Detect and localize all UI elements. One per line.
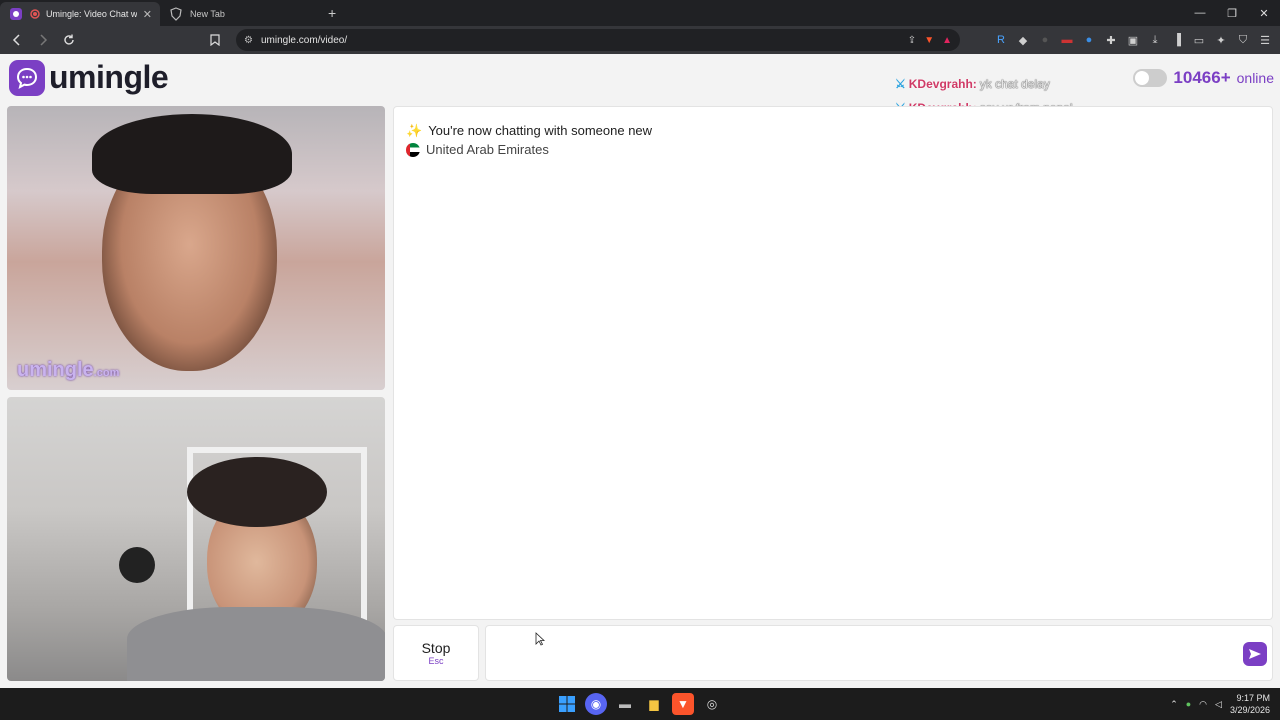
wall-emblem-image <box>119 547 155 583</box>
back-icon[interactable] <box>6 29 28 51</box>
stranger-country: United Arab Emirates <box>426 142 549 157</box>
message-input[interactable] <box>494 634 1234 672</box>
restore-icon[interactable]: ❐ <box>1216 0 1248 26</box>
wifi-icon[interactable]: ◠ <box>1199 699 1207 710</box>
new-tab-button[interactable]: + <box>328 5 336 21</box>
leo-ai-icon[interactable]: ✦ <box>1212 31 1230 49</box>
translate-extension-icon[interactable]: R <box>992 31 1010 49</box>
chevron-up-icon[interactable]: ⌃ <box>1170 699 1178 710</box>
stranger-video: umingle.com <box>7 106 385 390</box>
discord-icon[interactable]: ◉ <box>585 693 607 715</box>
obs-icon[interactable]: ◎ <box>701 693 723 715</box>
page-content: umingle ⚔ KDevgrahh: yk chat delay ⚔ KDe… <box>0 54 1280 688</box>
self-video <box>7 397 385 681</box>
clock-date: 3/29/2026 <box>1229 705 1270 715</box>
watermark-suffix: .com <box>93 367 120 379</box>
stranger-hair-image <box>92 114 292 194</box>
taskbar-apps: ◉ ▬ ▆ ▼ ◎ <box>556 693 723 715</box>
close-window-icon[interactable]: ✕ <box>1248 0 1280 26</box>
menu-icon[interactable]: ☰ <box>1256 31 1274 49</box>
chat-system-message: ✨ You're now chatting with someone new U… <box>406 121 652 159</box>
stop-button[interactable]: Stop Esc <box>393 625 479 681</box>
os-taskbar: ◉ ▬ ▆ ▼ ◎ ⌃ ● ◠ ◁ 9:17 PM 3/29/2026 <box>0 688 1280 720</box>
uae-flag-icon <box>406 142 420 157</box>
vpn-icon[interactable]: ⛉ <box>1234 31 1252 49</box>
online-label: online <box>1236 70 1274 86</box>
message-box <box>485 625 1273 681</box>
sidebar-icon[interactable]: ▐ <box>1168 31 1186 49</box>
system-tray: ⌃ ● ◠ ◁ 9:17 PM 3/29/2026 <box>1170 692 1270 716</box>
site-logo[interactable]: umingle <box>9 59 169 96</box>
brave-rewards-icon[interactable]: ▲ <box>942 35 952 46</box>
overlay-chat-line: ⚔ KDevgrahh: yk chat delay <box>895 72 1073 96</box>
theme-toggle[interactable] <box>1133 69 1168 87</box>
wallet-icon[interactable]: ▭ <box>1190 31 1208 49</box>
sword-badge-icon: ⚔ <box>895 77 906 91</box>
browser-toolbar: ⚙ umingle.com/video/ ⇪ ▼ ▲ R ◆ ● ▬ ● ✚ ▣… <box>0 26 1280 54</box>
umingle-favicon-icon <box>8 6 24 22</box>
extension-icon[interactable]: ● <box>1080 31 1098 49</box>
tab-title: New Tab <box>190 9 225 19</box>
extension-icon[interactable]: ▣ <box>1124 31 1142 49</box>
tab-title: Umingle: Video Chat with Str <box>46 9 137 19</box>
extension-icon[interactable]: ▬ <box>1058 31 1076 49</box>
overlay-username: KDevgrahh: <box>908 77 977 91</box>
volume-icon[interactable]: ◁ <box>1215 699 1222 710</box>
overlay-message: yk chat delay <box>979 77 1050 91</box>
tab-new-tab[interactable]: New Tab <box>160 2 320 26</box>
browser-tab-bar: Umingle: Video Chat with Str ✕ New Tab +… <box>0 0 1280 26</box>
forward-icon[interactable] <box>32 29 54 51</box>
brave-shields-icon[interactable]: ▼ <box>924 35 934 46</box>
logo-text: umingle <box>49 59 169 95</box>
reload-icon[interactable] <box>58 29 80 51</box>
downloads-icon[interactable]: ⤓ <box>1146 31 1164 49</box>
minimize-icon[interactable]: — <box>1184 0 1216 26</box>
stop-label: Stop <box>421 640 451 656</box>
send-button[interactable] <box>1243 642 1267 666</box>
self-hair-image <box>187 457 327 527</box>
site-settings-icon[interactable]: ⚙ <box>244 35 253 46</box>
address-bar[interactable]: ⚙ umingle.com/video/ ⇪ ▼ ▲ <box>236 29 960 51</box>
clock-time: 9:17 PM <box>1236 693 1270 703</box>
brave-browser-icon[interactable]: ▼ <box>672 693 694 715</box>
extension-icon[interactable]: ● <box>1036 31 1054 49</box>
mouse-cursor-icon <box>535 632 545 646</box>
chat-panel: ✨ You're now chatting with someone new U… <box>393 106 1273 620</box>
bookmark-icon[interactable] <box>204 29 226 51</box>
url-text: umingle.com/video/ <box>260 34 348 46</box>
sparkles-icon: ✨ <box>406 122 423 138</box>
close-tab-icon[interactable]: ✕ <box>143 8 152 21</box>
extensions-puzzle-icon[interactable]: ✚ <box>1102 31 1120 49</box>
brave-shield-icon <box>168 6 184 22</box>
send-icon <box>1249 649 1261 659</box>
window-controls: — ❐ ✕ <box>1184 0 1280 26</box>
file-explorer-icon[interactable]: ▆ <box>643 693 665 715</box>
recording-icon <box>30 6 40 22</box>
online-status: 10466+ online <box>1133 68 1274 88</box>
stop-shortcut-hint: Esc <box>428 656 444 666</box>
stranger-watermark: umingle.com <box>17 359 119 382</box>
chat-status-text: You're now chatting with someone new <box>428 123 653 138</box>
windows-start-icon[interactable] <box>556 693 578 715</box>
online-count: 10466+ <box>1173 68 1231 87</box>
extension-icon[interactable]: ◆ <box>1014 31 1032 49</box>
self-shirt-image <box>127 607 385 681</box>
app-icon[interactable]: ▬ <box>614 693 636 715</box>
clock[interactable]: 9:17 PM 3/29/2026 <box>1230 692 1270 716</box>
microphone-icon[interactable]: ● <box>1186 699 1191 709</box>
share-icon[interactable]: ⇪ <box>908 35 916 46</box>
chat-bubble-icon <box>9 59 45 96</box>
watermark-brand: umingle <box>17 359 94 381</box>
tab-umingle[interactable]: Umingle: Video Chat with Str ✕ <box>0 2 160 26</box>
